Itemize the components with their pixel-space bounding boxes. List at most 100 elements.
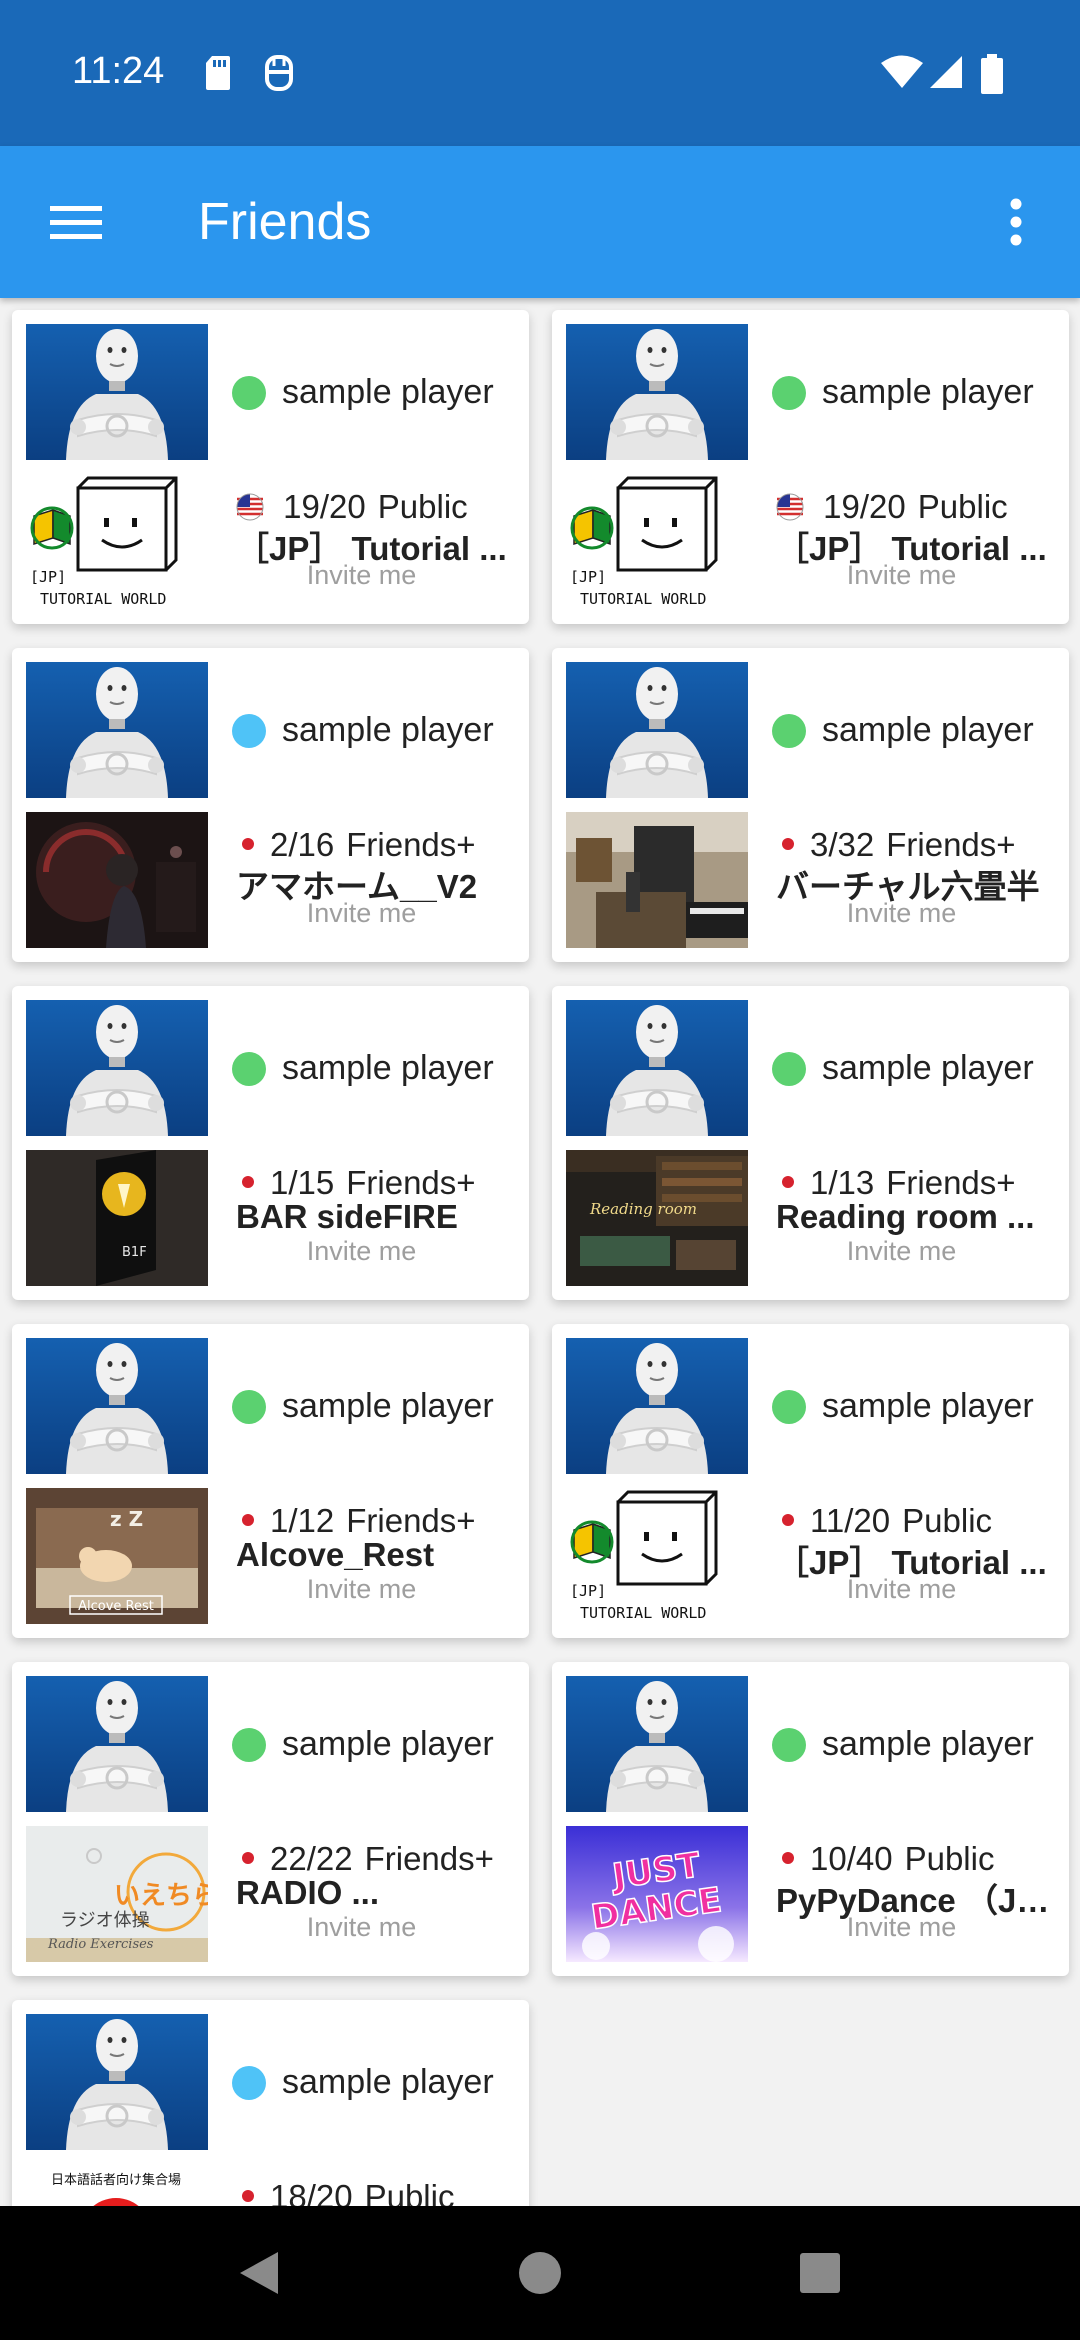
friend-avatar[interactable] [26,662,208,798]
online-status-dot [772,1052,806,1086]
world-thumbnail[interactable] [566,474,748,610]
invite-me-button[interactable]: Invite me [194,1574,529,1605]
player-count: 11/20 [810,1502,891,1539]
access-type: Friends+ [346,1502,476,1539]
access-type: Public [377,488,468,525]
invite-me-button[interactable]: Invite me [194,1912,529,1943]
instance-dot [782,838,794,850]
world-thumbnail[interactable]: 日本語話者向け集合場 [26,2164,208,2206]
player-name: sample player [282,2063,494,2101]
friend-avatar[interactable] [566,662,748,798]
player-name: sample player [822,1387,1034,1425]
player-count: 18/20 [270,2178,353,2206]
access-type: Friends+ [886,1164,1016,1201]
friend-avatar[interactable] [26,1338,208,1474]
access-type: Friends+ [364,1840,494,1877]
world-thumbnail[interactable] [566,812,748,948]
svg-text:z Z: z Z [110,1507,143,1531]
player-count: 2/16 [270,826,335,863]
instance-info: 11/20 Public [776,1502,992,1540]
instance-info: 2/16 Friends+ [236,826,476,864]
friend-card[interactable]: sample player Reading room 1/13 Friends+ … [552,986,1069,1300]
invite-me-button[interactable]: Invite me [194,1236,529,1267]
friend-card[interactable]: sample player 3/32 Friends+ バーチャル六畳半 Invi… [552,648,1069,962]
world-thumbnail[interactable]: Reading room [566,1150,748,1286]
player-name: sample player [822,1049,1034,1087]
world-thumbnail[interactable]: JUST DANCE [566,1826,748,1962]
friend-avatar[interactable] [566,1338,748,1474]
instance-info: 1/13 Friends+ [776,1164,1016,1202]
player-name: sample player [282,1049,494,1087]
instance-dot [242,1852,254,1864]
active-status-dot [232,714,266,748]
instance-dot [242,2190,254,2202]
invite-me-button[interactable]: Invite me [734,1574,1069,1605]
more-vert-icon[interactable] [996,190,1036,254]
home-icon[interactable] [480,2206,600,2340]
online-status-dot [232,1728,266,1762]
status-bar: 11:24 [0,0,1080,146]
player-count: 22/22 [270,1840,353,1877]
system-navigation-bar [0,2206,1080,2340]
friend-avatar[interactable] [566,1676,748,1812]
world-name: Reading room ... [776,1198,1035,1235]
friend-avatar[interactable] [566,1000,748,1136]
friends-list[interactable]: sample player 19/20 Public ［JP］ Tutorial … [0,298,1080,2206]
invite-me-button[interactable]: Invite me [734,898,1069,929]
world-thumbnail[interactable]: B1F [26,1150,208,1286]
instance-info: 22/22 Friends+ [236,1840,494,1878]
access-type: Friends+ [346,1164,476,1201]
instance-info: 3/32 Friends+ [776,826,1016,864]
world-thumbnail[interactable]: いえちら ラジオ体操 Radio Exercises [26,1826,208,1962]
invite-me-button[interactable]: Invite me [734,1236,1069,1267]
back-icon[interactable] [198,2206,318,2340]
instance-info: 1/12 Friends+ [236,1502,476,1540]
player-count: 1/15 [270,1164,335,1201]
battery-icon [981,54,1003,94]
friend-card[interactable]: sample player JUST DANCE 10/40 Public PyP… [552,1662,1069,1976]
radio-jp-label: ラジオ体操 [60,1910,150,1931]
online-status-dot [772,376,806,410]
instance-dot [242,1514,254,1526]
friend-card[interactable]: sample player 日本語話者向け集合場 18/20 Public [12,2000,529,2206]
friend-avatar[interactable] [26,1676,208,1812]
access-type: Public [364,2178,455,2206]
player-count: 1/13 [810,1164,875,1201]
friend-avatar[interactable] [26,324,208,460]
invite-me-button[interactable]: Invite me [734,1912,1069,1943]
instance-info: 10/40 Public [776,1840,994,1878]
friend-card[interactable]: sample player z Z Alcove Rest 1/12 Friend… [12,1324,529,1638]
friend-card[interactable]: sample player 2/16 Friends+ アマホーム__V2 Inv… [12,648,529,962]
world-thumbnail[interactable]: z Z Alcove Rest [26,1488,208,1624]
friend-card[interactable]: sample player B1F 1/15 Friends+ BAR sideF… [12,986,529,1300]
instance-info: 19/20 Public [236,488,468,526]
us-flag-icon [776,493,804,521]
world-thumbnail[interactable] [26,474,208,610]
friend-avatar[interactable] [26,2014,208,2150]
player-name: sample player [282,711,494,749]
player-name: sample player [282,1725,494,1763]
status-time: 11:24 [72,50,165,92]
hamburger-menu-icon[interactable] [40,192,112,252]
player-name: sample player [822,711,1034,749]
world-thumbnail[interactable] [26,812,208,948]
instance-dot [242,838,254,850]
world-thumbnail[interactable] [566,1488,748,1624]
friend-card[interactable]: sample player いえちら ラジオ体操 Radio Exercises… [12,1662,529,1976]
sd-card-icon [206,56,230,90]
friend-card[interactable]: sample player 19/20 Public ［JP］ Tutorial … [552,310,1069,624]
invite-me-button[interactable]: Invite me [194,898,529,929]
recents-icon[interactable] [760,2206,880,2340]
player-count: 19/20 [283,488,366,525]
friend-card[interactable]: sample player 11/20 Public ［JP］ Tutorial … [552,1324,1069,1638]
online-status-dot [232,376,266,410]
friend-avatar[interactable] [26,1000,208,1136]
invite-me-button[interactable]: Invite me [734,560,1069,591]
notification-icon [265,55,293,91]
access-type: Public [904,1840,995,1877]
active-status-dot [232,2066,266,2100]
invite-me-button[interactable]: Invite me [194,560,529,591]
radio-en-label: Radio Exercises [47,1937,154,1952]
friend-card[interactable]: sample player 19/20 Public ［JP］ Tutorial … [12,310,529,624]
friend-avatar[interactable] [566,324,748,460]
